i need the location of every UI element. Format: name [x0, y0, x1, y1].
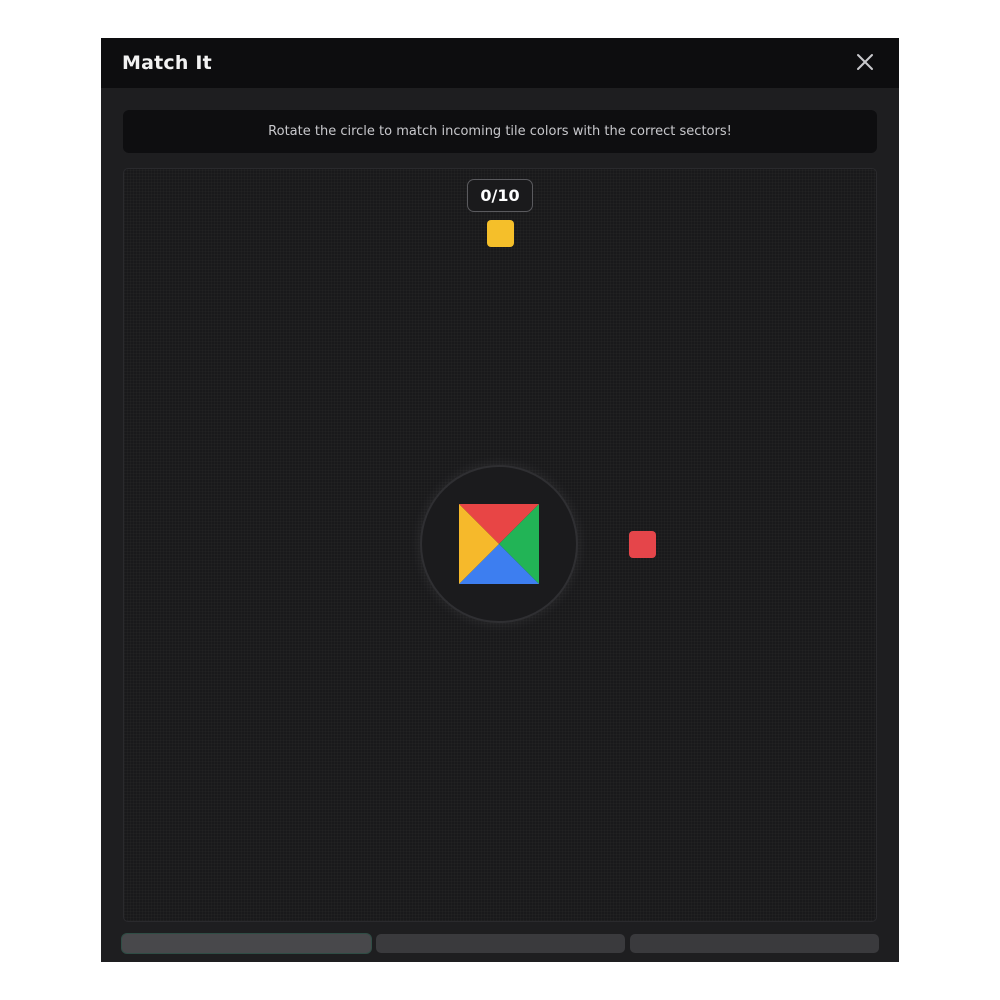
instructions-banner: Rotate the circle to match incoming tile…	[123, 110, 877, 153]
incoming-tile-yellow	[487, 220, 514, 247]
rotating-circle[interactable]	[420, 465, 578, 623]
score-counter: 0/10	[467, 179, 533, 212]
close-icon	[857, 54, 873, 70]
close-button[interactable]	[853, 50, 877, 74]
game-arena[interactable]: 0/10	[123, 168, 877, 922]
progress-segment-1	[122, 934, 371, 953]
incoming-tile-red	[629, 531, 656, 558]
progress-segment-2	[376, 934, 625, 953]
color-sector-square	[459, 504, 539, 584]
stage-progress-bar	[122, 934, 879, 953]
window-title: Match It	[122, 52, 212, 74]
title-bar: Match It	[101, 38, 899, 88]
progress-segment-3	[630, 934, 879, 953]
match-it-window: Match It Rotate the circle to match inco…	[101, 38, 899, 962]
